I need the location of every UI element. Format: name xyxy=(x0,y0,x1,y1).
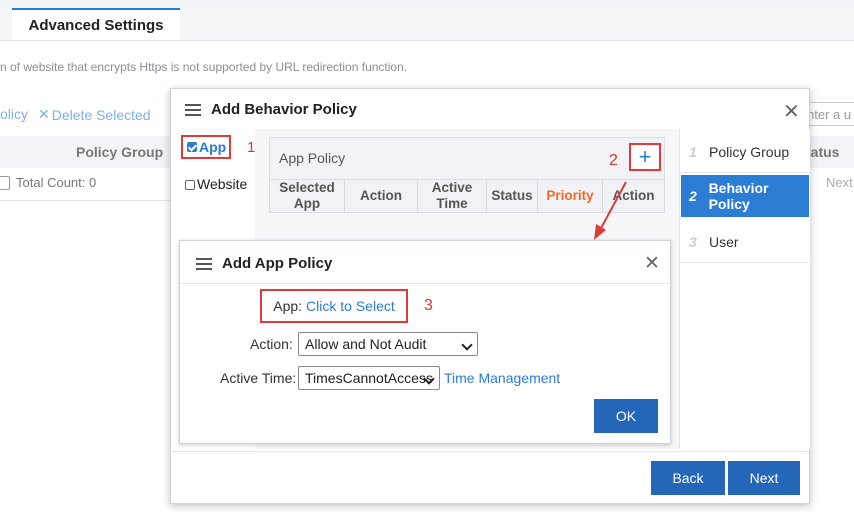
active-time-select[interactable]: TimesCannotAccess xyxy=(298,366,440,390)
nav-behavior-policy[interactable]: 2 Behavior Policy xyxy=(681,175,809,217)
type-app-checkbox[interactable]: App xyxy=(181,135,231,159)
header-action: Action xyxy=(344,179,418,213)
column-policy-group: Policy Group xyxy=(76,144,164,160)
top-bar xyxy=(0,0,854,8)
chevron-down-icon xyxy=(461,339,473,351)
annotation-arrow-icon xyxy=(594,181,627,240)
back-button[interactable]: Back xyxy=(651,461,725,495)
click-to-select-link[interactable]: Click to Select xyxy=(306,298,395,314)
active-time-value: TimesCannotAccess xyxy=(305,370,433,386)
active-time-label: Active Time: xyxy=(220,370,297,386)
ok-button[interactable]: OK xyxy=(594,399,658,433)
action-value: Allow and Not Audit xyxy=(305,336,427,352)
step-number: 1 xyxy=(689,143,697,160)
dialog-title-text: Add Behavior Policy xyxy=(211,101,357,118)
dialog-title: Add Behavior Policy xyxy=(185,101,357,118)
x-icon: ✕ xyxy=(38,106,50,122)
header-active-time: Active Time xyxy=(417,179,487,213)
add-policy-link[interactable]: olicy xyxy=(0,106,28,122)
hamburger-icon xyxy=(196,257,212,270)
plus-icon: + xyxy=(638,144,652,169)
type-app-label: App xyxy=(199,139,227,155)
app-select-field: App: Click to Select xyxy=(260,289,408,323)
annotation-3: 3 xyxy=(424,297,433,314)
type-website-checkbox[interactable]: Website xyxy=(185,176,247,192)
time-management-link[interactable]: Time Management xyxy=(444,370,560,386)
sub-dialog-title-text: Add App Policy xyxy=(222,255,333,272)
checkbox-checked-icon xyxy=(187,142,197,152)
sub-dialog-title: Add App Policy xyxy=(196,255,332,272)
action-label: Action: xyxy=(250,336,293,352)
nav-label: Policy Group xyxy=(709,143,790,160)
nav-label: Behavior Policy xyxy=(708,180,769,212)
step-number: 3 xyxy=(689,233,697,250)
app-policy-label: App Policy xyxy=(279,150,346,166)
tab-advanced-settings[interactable]: Advanced Settings xyxy=(12,8,180,40)
footer-divider xyxy=(171,451,809,452)
header-status: Status xyxy=(486,179,538,213)
nav-policy-group[interactable]: 1 Policy Group xyxy=(681,131,809,173)
app-label: App: xyxy=(273,298,303,314)
type-website-label: Website xyxy=(197,176,248,192)
redirect-notice: n of website that encrypts Https is not … xyxy=(0,60,408,74)
action-select[interactable]: Allow and Not Audit xyxy=(298,332,478,356)
nav-label: User xyxy=(709,233,739,250)
checkbox-icon xyxy=(185,180,195,191)
divider xyxy=(0,200,170,201)
close-icon[interactable]: ✕ xyxy=(783,99,800,124)
header-selected-app: Selected App xyxy=(269,179,345,213)
delete-selected-label: Delete Selected xyxy=(51,106,151,123)
add-app-policy-dialog: Add App Policy ✕ App: Click to Select 3 … xyxy=(179,240,671,444)
next-page-link[interactable]: Next xyxy=(826,175,853,190)
divider xyxy=(180,283,670,284)
step-number: 2 xyxy=(689,188,697,204)
column-status: tatus xyxy=(806,144,840,160)
hamburger-icon xyxy=(185,103,201,116)
delete-selected-button[interactable]: ✕ Delete Selected xyxy=(38,106,151,123)
select-all-checkbox[interactable] xyxy=(0,176,10,190)
next-button[interactable]: Next xyxy=(728,461,800,495)
close-icon[interactable]: ✕ xyxy=(644,252,660,275)
annotation-2: 2 xyxy=(609,152,618,169)
add-app-policy-button[interactable]: + xyxy=(629,143,661,171)
nav-user[interactable]: 3 User xyxy=(681,221,809,263)
total-count: Total Count: 0 xyxy=(16,175,97,190)
